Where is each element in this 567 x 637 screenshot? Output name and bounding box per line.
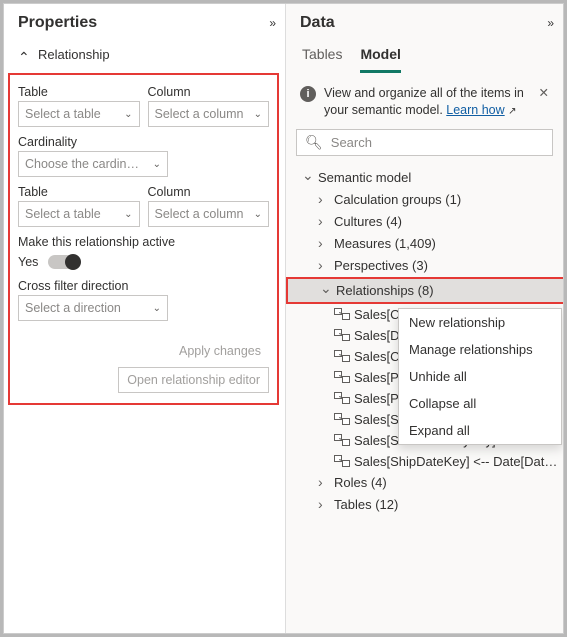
relationship-icon bbox=[334, 434, 350, 446]
properties-header: Properties » bbox=[4, 4, 285, 38]
column-label-2: Column bbox=[148, 185, 270, 199]
chevron-down-icon: ⌄ bbox=[254, 209, 262, 220]
chevron-down-icon: ⌄ bbox=[153, 159, 161, 170]
relationship-icon bbox=[334, 329, 350, 341]
info-icon: i bbox=[300, 86, 316, 102]
context-menu: New relationship Manage relationships Un… bbox=[398, 308, 562, 445]
info-banner: i View and organize all of the items in … bbox=[286, 73, 563, 129]
tree-tables[interactable]: Tables (12) bbox=[296, 494, 561, 516]
search-icon: 🔍︎ bbox=[305, 134, 323, 151]
collapse-properties-icon[interactable]: » bbox=[269, 16, 273, 30]
relationship-icon bbox=[334, 350, 350, 362]
relationship-icon bbox=[334, 455, 350, 467]
open-relationship-editor-button[interactable]: Open relationship editor bbox=[118, 367, 269, 393]
active-label: Make this relationship active bbox=[18, 235, 269, 249]
table-label-1: Table bbox=[18, 85, 140, 99]
chevron-down-icon: ⌄ bbox=[153, 303, 161, 314]
ctx-new-relationship[interactable]: New relationship bbox=[399, 309, 561, 336]
relationship-icon bbox=[334, 371, 350, 383]
tab-model[interactable]: Model bbox=[360, 46, 400, 73]
relationship-icon bbox=[334, 308, 350, 320]
search-input[interactable]: 🔍︎ Search bbox=[296, 129, 553, 156]
data-tabs: Tables Model bbox=[286, 38, 563, 73]
tree-roles[interactable]: Roles (4) bbox=[296, 472, 561, 494]
cross-filter-select[interactable]: Select a direction ⌄ bbox=[18, 295, 168, 321]
tree-calc-groups[interactable]: Calculation groups (1) bbox=[296, 189, 561, 211]
relationship-item[interactable]: Sales[ShipDateKey] <-- Date[DateKey] bbox=[296, 451, 561, 472]
chevron-right-icon bbox=[318, 475, 330, 491]
relationship-form: Table Select a table ⌄ Column Select a c… bbox=[8, 73, 279, 405]
relationship-section-label: Relationship bbox=[38, 47, 110, 62]
ctx-collapse-all[interactable]: Collapse all bbox=[399, 390, 561, 417]
external-link-icon: ↗ bbox=[508, 106, 516, 117]
properties-title: Properties bbox=[18, 14, 97, 32]
column-select-2[interactable]: Select a column ⌄ bbox=[148, 201, 270, 227]
ctx-expand-all[interactable]: Expand all bbox=[399, 417, 561, 444]
learn-how-link[interactable]: Learn how bbox=[446, 103, 504, 117]
chevron-down-icon: ⌄ bbox=[254, 109, 262, 120]
chevron-up-icon bbox=[18, 46, 30, 63]
ctx-manage-relationships[interactable]: Manage relationships bbox=[399, 336, 561, 363]
table-label-2: Table bbox=[18, 185, 140, 199]
tree-relationships[interactable]: Relationships (8) bbox=[286, 277, 563, 304]
active-value: Yes bbox=[18, 255, 38, 269]
chevron-down-icon: ⌄ bbox=[124, 209, 132, 220]
tree-measures[interactable]: Measures (1,409) bbox=[296, 233, 561, 255]
chevron-down-icon: ⌄ bbox=[124, 109, 132, 120]
chevron-down-icon bbox=[320, 282, 332, 299]
tab-tables[interactable]: Tables bbox=[302, 46, 342, 73]
relationship-icon bbox=[334, 413, 350, 425]
info-text: View and organize all of the items in yo… bbox=[324, 85, 527, 119]
ctx-unhide-all[interactable]: Unhide all bbox=[399, 363, 561, 390]
active-toggle[interactable] bbox=[48, 255, 80, 269]
properties-pane: Properties » Relationship Table Select a… bbox=[4, 4, 286, 633]
chevron-right-icon bbox=[318, 192, 330, 208]
cardinality-label: Cardinality bbox=[18, 135, 168, 149]
relationship-section-header[interactable]: Relationship bbox=[4, 38, 285, 73]
chevron-down-icon bbox=[302, 169, 314, 186]
tree-perspectives[interactable]: Perspectives (3) bbox=[296, 255, 561, 277]
model-tree: Semantic model Calculation groups (1) Cu… bbox=[286, 166, 563, 516]
apply-changes-button[interactable]: Apply changes bbox=[171, 339, 269, 363]
data-pane: Data » Tables Model i View and organize … bbox=[286, 4, 563, 633]
relationships-children: Sales[C Sales[D Sales[C Sales[P Sales[P bbox=[296, 304, 561, 472]
column-label-1: Column bbox=[148, 85, 270, 99]
chevron-right-icon bbox=[318, 497, 330, 513]
column-select-1[interactable]: Select a column ⌄ bbox=[148, 101, 270, 127]
tree-root[interactable]: Semantic model bbox=[296, 166, 561, 189]
collapse-data-icon[interactable]: » bbox=[547, 16, 551, 30]
relationship-icon bbox=[334, 392, 350, 404]
data-header: Data » bbox=[286, 4, 563, 38]
cross-filter-label: Cross filter direction bbox=[18, 279, 269, 293]
tree-cultures[interactable]: Cultures (4) bbox=[296, 211, 561, 233]
cardinality-select[interactable]: Choose the cardin… ⌄ bbox=[18, 151, 168, 177]
chevron-right-icon bbox=[318, 258, 330, 274]
chevron-right-icon bbox=[318, 214, 330, 230]
chevron-right-icon bbox=[318, 236, 330, 252]
table-select-2[interactable]: Select a table ⌄ bbox=[18, 201, 140, 227]
table-select-1[interactable]: Select a table ⌄ bbox=[18, 101, 140, 127]
data-title: Data bbox=[300, 14, 335, 32]
app-root: Properties » Relationship Table Select a… bbox=[3, 3, 564, 634]
close-info-icon[interactable]: ✕ bbox=[535, 85, 549, 102]
